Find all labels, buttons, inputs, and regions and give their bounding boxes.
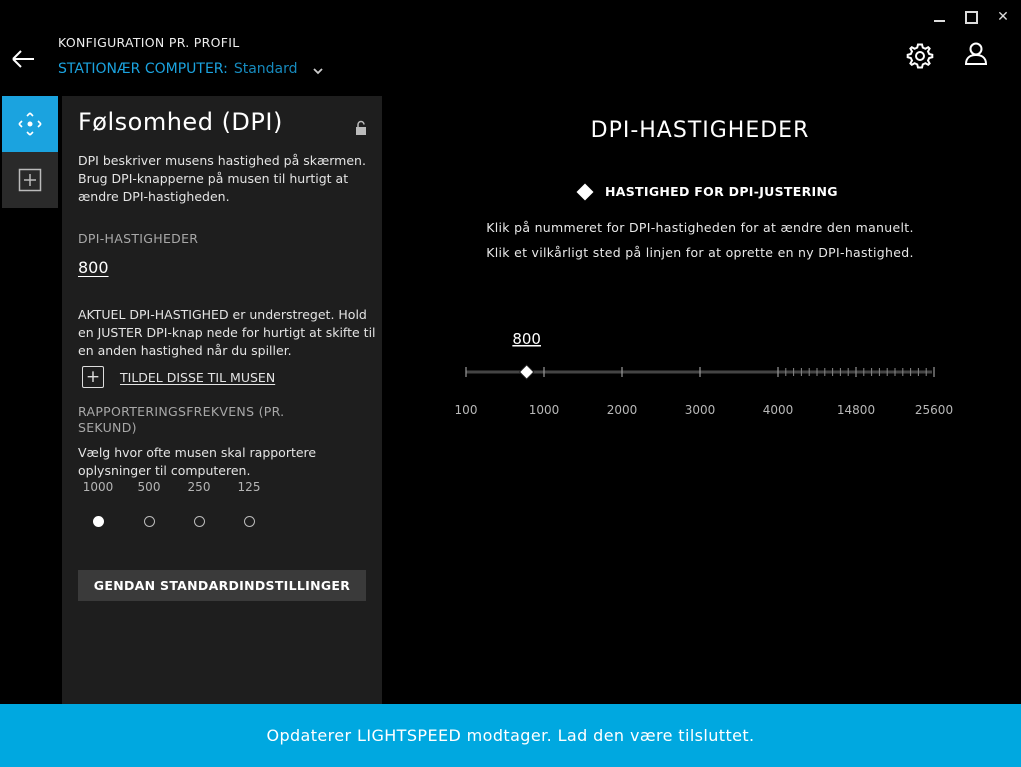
user-icon[interactable] bbox=[963, 41, 989, 67]
side-rail bbox=[2, 96, 58, 208]
help-text-2: Klik et vilkårligt sted på linjen for at… bbox=[486, 245, 914, 260]
report-rate-desc: Vælg hvor ofte musen skal rapportere opl… bbox=[78, 445, 317, 478]
maximize-icon[interactable] bbox=[961, 8, 981, 26]
assign-to-mouse[interactable]: + TILDEL DISSE TIL MUSEN bbox=[82, 366, 275, 388]
tick-label: 100 bbox=[455, 403, 478, 417]
dpi-shift-label: HASTIGHED FOR DPI-JUSTERING bbox=[605, 184, 838, 199]
rail-item-add[interactable] bbox=[2, 152, 58, 208]
profile-name: Standard bbox=[233, 61, 298, 77]
rate-label: 250 bbox=[187, 480, 211, 494]
radio-button[interactable] bbox=[193, 516, 205, 527]
tick-label: 4000 bbox=[763, 403, 794, 417]
rate-option[interactable]: 1000 bbox=[78, 480, 118, 527]
plus-box-icon: + bbox=[82, 366, 104, 388]
rate-label: 1000 bbox=[82, 480, 114, 494]
rate-label: 125 bbox=[237, 480, 261, 494]
current-dpi-text: AKTUEL DPI-HASTIGHED er understreget. Ho… bbox=[78, 307, 376, 358]
panel-description: DPI beskriver musens hastighed på skærme… bbox=[78, 153, 366, 204]
gear-icon[interactable] bbox=[906, 42, 934, 70]
tick-label: 2000 bbox=[607, 403, 638, 417]
close-icon[interactable]: ✕ bbox=[993, 8, 1013, 26]
report-rate-label: RAPPORTERINGSFREKVENS (PR. SEKUND) bbox=[78, 404, 285, 435]
radio-button[interactable] bbox=[143, 516, 155, 527]
assign-link[interactable]: TILDEL DISSE TIL MUSEN bbox=[120, 370, 275, 385]
current-dpi-label[interactable]: 800 bbox=[512, 330, 541, 348]
chevron-down-icon bbox=[312, 68, 323, 75]
rate-label: 500 bbox=[137, 480, 161, 494]
radio-button[interactable] bbox=[243, 516, 255, 527]
dpi-shift-legend: HASTIGHED FOR DPI-JUSTERING bbox=[576, 183, 838, 200]
tick-label: 1000 bbox=[529, 403, 560, 417]
minimize-icon[interactable] bbox=[929, 8, 949, 26]
dpi-thumb[interactable] bbox=[518, 364, 535, 380]
window-controls: ✕ bbox=[929, 8, 1013, 26]
tick-label: 25600 bbox=[915, 403, 953, 417]
reset-defaults-button[interactable]: GENDAN STANDARDINDSTILLINGER bbox=[78, 570, 366, 601]
help-text-1: Klik på nummeret for DPI-hastigheden for… bbox=[486, 220, 914, 235]
profile-selector[interactable]: STATIONÆR COMPUTER: Standard bbox=[58, 61, 324, 77]
rate-option[interactable]: 250 bbox=[179, 480, 219, 527]
back-arrow-icon[interactable] bbox=[10, 48, 36, 70]
diamond-icon bbox=[576, 183, 594, 200]
add-box-icon bbox=[18, 168, 42, 192]
radio-button[interactable] bbox=[92, 516, 104, 527]
rate-option[interactable]: 500 bbox=[129, 480, 169, 527]
tick-label: 14800 bbox=[837, 403, 875, 417]
status-bar: Opdaterer LIGHTSPEED modtager. Lad den v… bbox=[0, 704, 1021, 767]
dpi-slider[interactable]: 800 100 1000 2000 3000 4000 14800 25600 bbox=[440, 320, 980, 430]
profile-device: STATIONÆR COMPUTER: bbox=[58, 61, 228, 77]
page-title: KONFIGURATION PR. PROFIL bbox=[58, 35, 240, 50]
rate-option[interactable]: 125 bbox=[229, 480, 269, 527]
dpi-settings-panel: Følsomhed (DPI) DPI beskriver musens has… bbox=[62, 96, 382, 704]
dpi-value[interactable]: 800 bbox=[78, 258, 109, 277]
tick-label: 3000 bbox=[685, 403, 716, 417]
main-title: DPI-HASTIGHEDER bbox=[590, 118, 810, 143]
